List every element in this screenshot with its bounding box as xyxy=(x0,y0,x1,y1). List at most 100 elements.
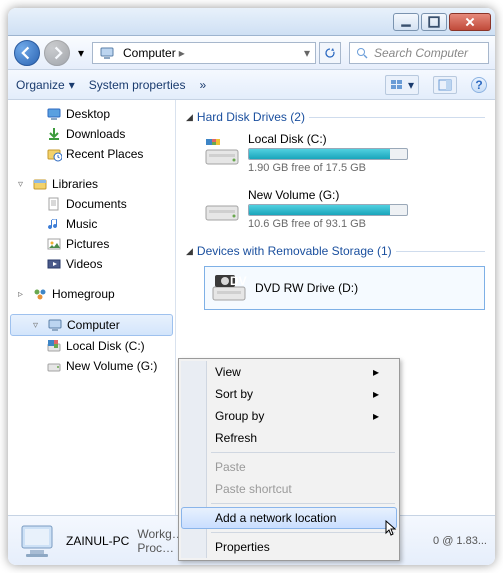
menu-item-label: Refresh xyxy=(215,431,257,445)
homegroup-icon xyxy=(32,286,48,302)
titlebar xyxy=(8,8,495,36)
sidebar-item-computer[interactable]: ▿ Computer xyxy=(10,314,173,336)
computer-large-icon xyxy=(16,520,58,562)
svg-text:DVD: DVD xyxy=(230,274,247,288)
menu-item-label: Add a network location xyxy=(215,511,336,525)
mouse-cursor-icon xyxy=(385,520,401,536)
sidebar-item-label: Homegroup xyxy=(52,287,115,301)
context-menu: View▸Sort by▸Group by▸RefreshPastePaste … xyxy=(178,358,400,561)
address-bar[interactable]: Computer▸ ▾ xyxy=(92,42,316,64)
sidebar-item-label: Recent Places xyxy=(66,147,143,161)
menu-item-label: Paste xyxy=(215,460,246,474)
libraries-icon xyxy=(32,176,48,192)
preview-pane-button[interactable] xyxy=(433,76,457,94)
sidebar-item-pictures[interactable]: Pictures xyxy=(8,234,175,254)
navigation-pane: Desktop Downloads Recent Places ▿ Libraries D… xyxy=(8,100,176,515)
submenu-arrow-icon: ▸ xyxy=(373,387,379,401)
dvd-drive-icon: DVD xyxy=(211,273,247,303)
toolbar-overflow[interactable]: » xyxy=(199,78,206,92)
pictures-icon xyxy=(46,236,62,252)
search-placeholder: Search Computer xyxy=(374,46,468,60)
forward-button[interactable] xyxy=(44,40,70,66)
drive-free-text: 1.90 GB free of 17.5 GB xyxy=(248,162,485,174)
drive-item[interactable]: Local Disk (C:) 1.90 GB free of 17.5 GB xyxy=(204,132,485,174)
capacity-bar xyxy=(248,148,408,160)
sidebar-item-label: Videos xyxy=(66,257,102,271)
drive-name: New Volume (G:) xyxy=(248,188,485,202)
music-icon xyxy=(46,216,62,232)
group-header-hdd[interactable]: ◢ Hard Disk Drives (2) xyxy=(186,110,485,124)
refresh-button[interactable] xyxy=(319,42,341,64)
expand-icon[interactable]: ▿ xyxy=(33,320,43,331)
menu-item-refresh[interactable]: Refresh xyxy=(181,427,397,449)
system-properties-button[interactable]: System properties xyxy=(89,78,186,92)
menu-item-label: Sort by xyxy=(215,387,253,401)
nav-bar: ▾ Computer▸ ▾ Search Computer xyxy=(8,36,495,70)
sidebar-item-local-disk-c-[interactable]: Local Disk (C:) xyxy=(8,336,175,356)
sidebar-item-music[interactable]: Music xyxy=(8,214,175,234)
back-button[interactable] xyxy=(14,40,40,66)
details-workgroup: Workg… xyxy=(137,527,183,541)
breadcrumb-segment[interactable]: Computer▸ xyxy=(119,43,192,63)
collapse-icon: ◢ xyxy=(186,246,193,257)
group-header-removable[interactable]: ◢ Devices with Removable Storage (1) xyxy=(186,244,485,258)
submenu-arrow-icon: ▸ xyxy=(373,365,379,379)
sidebar-item-downloads[interactable]: Downloads xyxy=(8,124,175,144)
expand-icon[interactable]: ▿ xyxy=(18,179,28,190)
hard-disk-icon xyxy=(204,138,240,168)
sidebar-item-homegroup[interactable]: ▹ Homegroup xyxy=(8,284,175,304)
menu-item-add-a-network-location[interactable]: Add a network location xyxy=(181,507,397,529)
menu-item-label: Group by xyxy=(215,409,264,423)
sidebar-item-label: Documents xyxy=(66,197,127,211)
sidebar-item-label: New Volume (G:) xyxy=(66,359,157,373)
menu-item-paste-shortcut: Paste shortcut xyxy=(181,478,397,500)
group-title: Devices with Removable Storage (1) xyxy=(197,244,392,258)
drive-name: Local Disk (C:) xyxy=(248,132,485,146)
sidebar-item-label: Libraries xyxy=(52,177,98,191)
sidebar-item-libraries[interactable]: ▿ Libraries xyxy=(8,174,175,194)
nav-history-dropdown[interactable]: ▾ xyxy=(74,46,88,60)
downloads-icon xyxy=(46,126,62,142)
sidebar-item-videos[interactable]: Videos xyxy=(8,254,175,274)
dvd-drive-label: DVD RW Drive (D:) xyxy=(255,281,358,295)
desktop-icon xyxy=(46,106,62,122)
localdisk-icon xyxy=(46,338,62,354)
toolbar: Organize ▾ System properties » ▾ ? xyxy=(8,70,495,100)
details-processor: Proc… xyxy=(137,541,183,555)
sidebar-item-label: Computer xyxy=(67,318,120,332)
hard-disk-icon xyxy=(204,194,240,224)
recent-icon xyxy=(46,146,62,162)
close-button[interactable] xyxy=(449,13,491,31)
search-input[interactable]: Search Computer xyxy=(349,42,489,64)
menu-item-group-by[interactable]: Group by▸ xyxy=(181,405,397,427)
dvd-drive-item[interactable]: DVD DVD RW Drive (D:) xyxy=(204,266,485,310)
maximize-button[interactable] xyxy=(421,13,447,31)
expand-icon[interactable]: ▹ xyxy=(18,289,28,300)
help-button[interactable]: ? xyxy=(471,77,487,93)
minimize-button[interactable] xyxy=(393,13,419,31)
sidebar-item-desktop[interactable]: Desktop xyxy=(8,104,175,124)
videos-icon xyxy=(46,256,62,272)
sidebar-item-label: Pictures xyxy=(66,237,109,251)
view-options-button[interactable]: ▾ xyxy=(385,75,419,95)
capacity-bar xyxy=(248,204,408,216)
menu-item-sort-by[interactable]: Sort by ▸ xyxy=(181,383,397,405)
menu-item-properties[interactable]: Properties xyxy=(181,536,397,558)
drive-free-text: 10.6 GB free of 93.1 GB xyxy=(248,218,485,230)
sidebar-item-label: Downloads xyxy=(66,127,125,141)
address-dropdown-icon[interactable]: ▾ xyxy=(301,46,313,60)
volume-icon xyxy=(46,358,62,374)
group-title: Hard Disk Drives (2) xyxy=(197,110,305,124)
organize-menu[interactable]: Organize ▾ xyxy=(16,78,75,92)
sidebar-item-label: Music xyxy=(66,217,97,231)
sidebar-item-new-volume-g-[interactable]: New Volume (G:) xyxy=(8,356,175,376)
menu-item-view[interactable]: View▸ xyxy=(181,361,397,383)
collapse-icon: ◢ xyxy=(186,112,193,123)
sidebar-item-recent-places[interactable]: Recent Places xyxy=(8,144,175,164)
sidebar-item-documents[interactable]: Documents xyxy=(8,194,175,214)
sidebar-item-label: Local Disk (C:) xyxy=(66,339,145,353)
documents-icon xyxy=(46,196,62,212)
menu-item-label: Paste shortcut xyxy=(215,482,292,496)
menu-item-label: Properties xyxy=(215,540,270,554)
drive-item[interactable]: New Volume (G:) 10.6 GB free of 93.1 GB xyxy=(204,188,485,230)
